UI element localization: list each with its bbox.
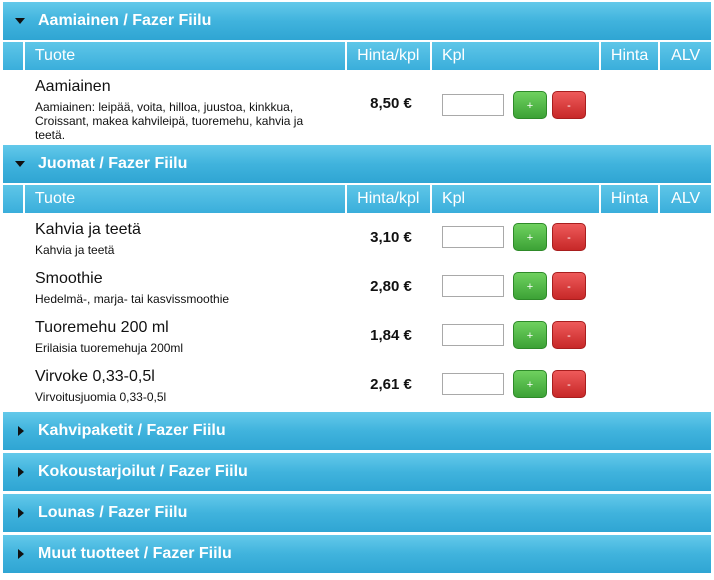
column-header-hinta-kpl: Hinta/kpl [346,42,430,70]
add-button[interactable]: + [513,321,547,349]
section-title: Kahvipaketit / Fazer Fiilu [38,422,226,439]
remove-button[interactable]: - [552,223,586,251]
column-headers: Tuote Hinta/kpl Kpl Hinta ALV [3,185,712,213]
column-header-tuote: Tuote [24,42,345,70]
product-price: 8,50 € [370,95,412,112]
quantity-input[interactable] [442,373,504,395]
column-header-kpl: Kpl [431,42,599,70]
product-name: Kahvia ja teetä [35,221,141,238]
section-header-muut-tuotteet[interactable]: Muut tuotteet / Fazer Fiilu [3,535,711,573]
section-title: Juomat / Fazer Fiilu [38,155,188,172]
product-row: Tuoremehu 200 ml Erilaisia tuoremehuja 2… [3,311,711,360]
caret-down-icon [15,161,25,167]
quantity-input[interactable] [442,275,504,297]
add-button[interactable]: + [513,91,547,119]
product-description: Kahvia ja teetä [35,243,115,257]
add-button[interactable]: + [513,272,547,300]
product-name: Virvoke 0,33-0,5l [35,368,155,385]
add-button[interactable]: + [513,370,547,398]
product-price: 2,61 € [370,376,412,393]
product-price: 3,10 € [370,229,412,246]
product-price: 2,80 € [370,278,412,295]
column-header-tuote: Tuote [24,185,345,213]
product-description: Aamiainen: leipää, voita, hilloa, juusto… [35,100,304,142]
product-name: Aamiainen [35,78,111,95]
section-title: Kokoustarjoilut / Fazer Fiilu [38,463,248,480]
caret-right-icon [18,426,24,436]
remove-button[interactable]: - [552,91,586,119]
section-title: Lounas / Fazer Fiilu [38,504,188,521]
add-button[interactable]: + [513,223,547,251]
column-spacer [3,185,23,213]
caret-right-icon [18,467,24,477]
section-header-kahvipaketit[interactable]: Kahvipaketit / Fazer Fiilu [3,412,711,450]
section-header-kokoustarjoilut[interactable]: Kokoustarjoilut / Fazer Fiilu [3,453,711,491]
section-title: Muut tuotteet / Fazer Fiilu [38,545,232,562]
column-header-hinta-kpl: Hinta/kpl [346,185,430,213]
product-description: Erilaisia tuoremehuja 200ml [35,341,184,355]
quantity-input[interactable] [442,226,504,248]
remove-button[interactable]: - [552,321,586,349]
caret-down-icon [15,18,25,24]
column-header-hinta: Hinta [600,185,659,213]
caret-right-icon [18,549,24,559]
product-description: Hedelmä-, marja- tai kasvissmoothie [35,292,230,306]
column-header-hinta: Hinta [600,42,659,70]
product-name: Smoothie [35,270,103,287]
product-name: Tuoremehu 200 ml [35,319,169,336]
section-header-aamiainen[interactable]: Aamiainen / Fazer Fiilu [3,2,711,40]
column-header-alv: ALV [660,185,712,213]
product-price: 1,84 € [370,327,412,344]
column-spacer [3,42,23,70]
column-header-alv: ALV [660,42,712,70]
section-header-juomat[interactable]: Juomat / Fazer Fiilu [3,145,711,183]
column-header-kpl: Kpl [431,185,599,213]
caret-right-icon [18,508,24,518]
order-form: Aamiainen / Fazer Fiilu Tuote Hinta/kpl … [0,2,714,573]
product-description: Virvoitusjuomia 0,33-0,5l [35,390,167,404]
remove-button[interactable]: - [552,272,586,300]
quantity-input[interactable] [442,94,504,116]
product-row: Smoothie Hedelmä-, marja- tai kasvissmoo… [3,262,711,311]
quantity-input[interactable] [442,324,504,346]
column-headers: Tuote Hinta/kpl Kpl Hinta ALV [3,42,712,70]
remove-button[interactable]: - [552,370,586,398]
section-header-lounas[interactable]: Lounas / Fazer Fiilu [3,494,711,532]
product-row: Kahvia ja teetä Kahvia ja teetä 3,10 € +… [3,213,711,262]
product-row: Aamiainen Aamiainen: leipää, voita, hill… [3,70,711,142]
section-title: Aamiainen / Fazer Fiilu [38,12,212,29]
product-row: Virvoke 0,33-0,5l Virvoitusjuomia 0,33-0… [3,360,711,409]
